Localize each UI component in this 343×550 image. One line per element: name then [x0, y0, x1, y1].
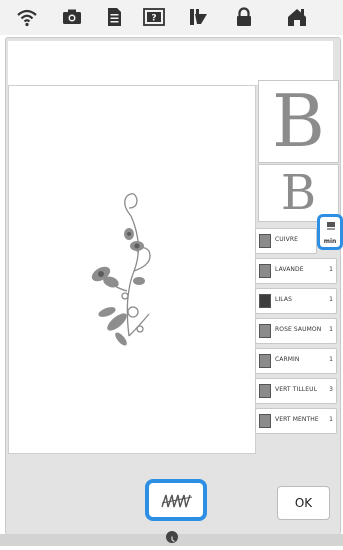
thumbnail-letter: B [280, 165, 317, 221]
thread-count: 1 [329, 416, 333, 423]
thread-name: LILAS [275, 296, 293, 303]
thread-color-swatch [259, 234, 271, 248]
thread-color-swatch [259, 324, 271, 338]
thread-row[interactable]: LAVANDE 1 [255, 258, 337, 284]
thread-name: CARMIN [275, 356, 300, 363]
needle-icon [327, 222, 335, 230]
thread-row[interactable]: CUIVRE [255, 228, 317, 254]
floral-design-image [91, 193, 151, 346]
svg-text:?: ? [151, 14, 156, 24]
document-icon[interactable] [102, 6, 126, 28]
thread-row[interactable]: CARMIN 1 [255, 348, 337, 374]
lock-icon[interactable] [232, 6, 256, 28]
thread-icon[interactable] [187, 6, 211, 28]
stitch-view-button[interactable] [145, 479, 207, 521]
thread-name: VERT MENTHE [275, 416, 319, 423]
help-icon[interactable]: ? [142, 6, 166, 28]
thread-name: ROSE SAUMON [275, 326, 322, 333]
thread-color-swatch [259, 354, 271, 368]
thread-count: 3 [329, 386, 333, 393]
embroidery-preview [8, 85, 256, 454]
thread-color-swatch [259, 414, 271, 428]
thread-name: CUIVRE [275, 236, 299, 243]
thread-row[interactable]: LILAS 1 [255, 288, 337, 314]
thread-color-swatch [259, 294, 271, 308]
home-icon[interactable] [285, 6, 309, 28]
thread-name: LAVANDE [275, 266, 304, 273]
thread-row[interactable]: VERT TILLEUL 3 [255, 378, 337, 404]
remaining-time-button[interactable]: min [317, 214, 343, 250]
thread-color-swatch [259, 384, 271, 398]
thread-color-swatch [259, 264, 271, 278]
thread-name: VERT TILLEUL [275, 386, 318, 393]
top-toolbar: ? [0, 0, 343, 35]
thread-row[interactable]: VERT MENTHE 1 [255, 408, 337, 434]
wifi-icon[interactable] [15, 6, 39, 28]
min-label: min [323, 238, 337, 245]
thread-count: 1 [329, 356, 333, 363]
thread-count: 1 [329, 296, 333, 303]
thread-count: 1 [329, 326, 333, 333]
thread-row[interactable]: ROSE SAUMON 1 [255, 318, 337, 344]
design-thumbnail-full[interactable]: B [258, 80, 339, 163]
camera-icon[interactable] [60, 6, 84, 28]
stitch-icon [161, 494, 193, 508]
thumbnail-letter: B [272, 79, 325, 163]
clock-icon[interactable] [166, 531, 178, 543]
ok-button[interactable]: OK [277, 486, 330, 520]
thread-count: 1 [329, 266, 333, 273]
